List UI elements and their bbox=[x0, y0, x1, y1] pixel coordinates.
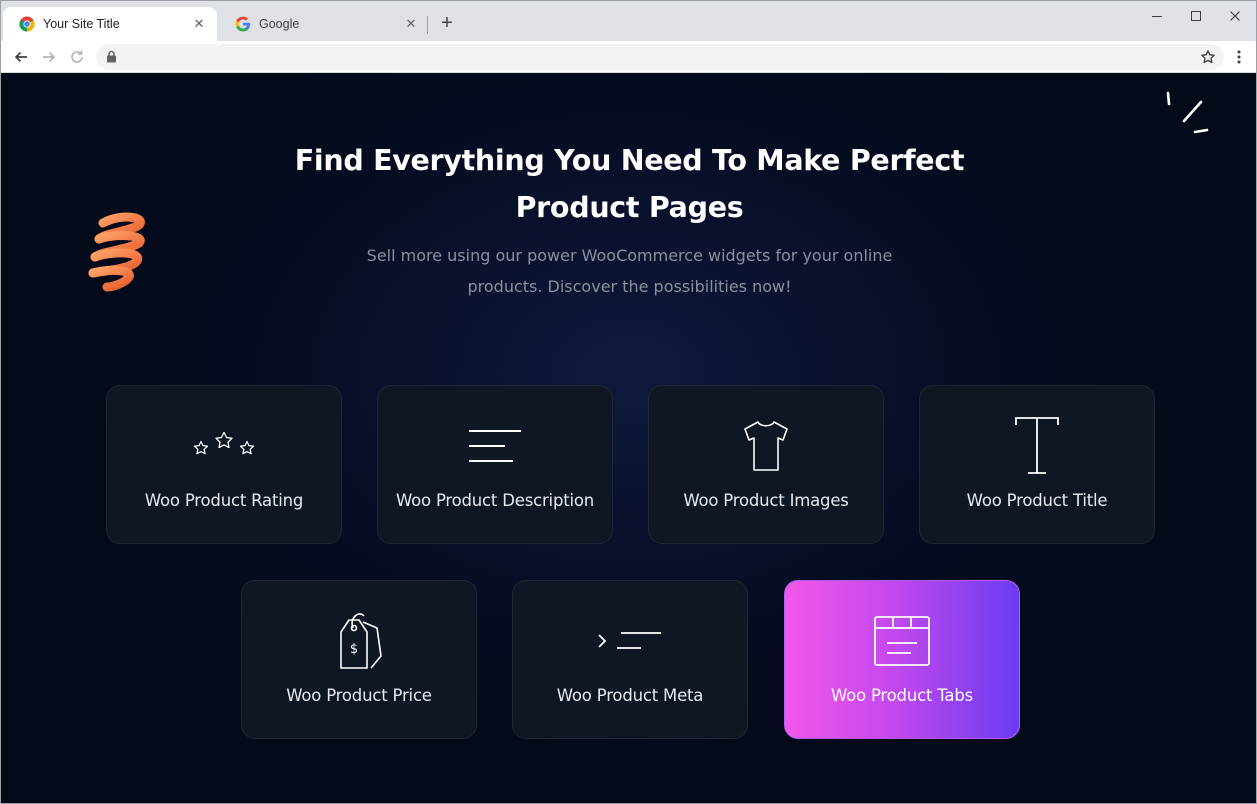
address-bar[interactable] bbox=[96, 44, 1224, 70]
reload-icon bbox=[71, 50, 83, 63]
widget-label: Woo Product Title bbox=[966, 491, 1108, 510]
google-icon bbox=[235, 16, 251, 32]
close-window-button[interactable] bbox=[1217, 5, 1253, 27]
bookmark-star-icon[interactable] bbox=[1200, 49, 1216, 65]
sparkle-decoration-icon bbox=[1166, 91, 1209, 134]
widget-label: Woo Product Tabs bbox=[830, 686, 973, 705]
forward-button[interactable] bbox=[39, 47, 59, 67]
arrow-right-icon bbox=[43, 51, 56, 63]
widget-label: Woo Product Description bbox=[395, 491, 595, 510]
minimize-button[interactable] bbox=[1139, 5, 1175, 27]
widget-label: Woo Product Price bbox=[286, 686, 432, 705]
kebab-menu-icon bbox=[1237, 50, 1241, 64]
widget-card-product-price[interactable]: $ Woo Product Price bbox=[241, 580, 477, 739]
widget-label: Woo Product Rating bbox=[144, 491, 304, 510]
widget-label: Woo Product Images bbox=[683, 491, 849, 510]
terminal-icon bbox=[598, 632, 661, 649]
tab-title: Your Site Title bbox=[43, 17, 120, 31]
tab-divider bbox=[427, 16, 428, 34]
page-content: Find Everything You Need To Make Perfect… bbox=[1, 73, 1256, 803]
page-subtext: Sell more using our power WooCommerce wi… bbox=[366, 246, 893, 296]
tab-google[interactable]: Google ✕ bbox=[219, 7, 429, 41]
tab-strip: Your Site Title ✕ Google ✕ + bbox=[1, 1, 1256, 41]
arrow-left-icon bbox=[14, 51, 27, 63]
close-tab-icon[interactable]: ✕ bbox=[191, 16, 207, 32]
widget-card-product-rating[interactable]: Woo Product Rating bbox=[106, 385, 342, 544]
browser-window: Your Site Title ✕ Google ✕ + Find Everyt… bbox=[0, 0, 1257, 804]
tab-title: Google bbox=[259, 17, 300, 31]
widget-card-product-tabs[interactable]: Woo Product Tabs bbox=[784, 580, 1020, 739]
tab-your-site-title[interactable]: Your Site Title ✕ bbox=[3, 7, 217, 41]
price-tag-icon: $ bbox=[340, 613, 382, 669]
new-tab-button[interactable]: + bbox=[437, 13, 457, 33]
svg-text:$: $ bbox=[350, 642, 358, 657]
lock-icon bbox=[107, 50, 116, 63]
maximize-button[interactable] bbox=[1178, 5, 1214, 27]
widget-card-product-title[interactable]: Woo Product Title bbox=[919, 385, 1155, 544]
stars-icon bbox=[193, 431, 255, 455]
chrome-icon bbox=[19, 16, 35, 32]
tabs-window-icon bbox=[874, 616, 930, 666]
back-button[interactable] bbox=[11, 47, 31, 67]
text-t-icon bbox=[1015, 417, 1059, 474]
text-lines-icon bbox=[469, 430, 521, 462]
widget-card-product-meta[interactable]: Woo Product Meta bbox=[512, 580, 748, 739]
page-headline: Find Everything You Need To Make Perfect… bbox=[294, 144, 965, 224]
browser-menu-button[interactable] bbox=[1231, 47, 1247, 67]
reload-button[interactable] bbox=[67, 47, 87, 67]
spring-decoration-icon bbox=[88, 212, 145, 292]
widget-label: Woo Product Meta bbox=[556, 686, 704, 705]
close-tab-icon[interactable]: ✕ bbox=[403, 16, 419, 32]
widget-card-product-description[interactable]: Woo Product Description bbox=[377, 385, 613, 544]
tshirt-icon bbox=[744, 421, 788, 471]
browser-toolbar bbox=[1, 41, 1256, 73]
widget-card-product-images[interactable]: Woo Product Images bbox=[648, 385, 884, 544]
